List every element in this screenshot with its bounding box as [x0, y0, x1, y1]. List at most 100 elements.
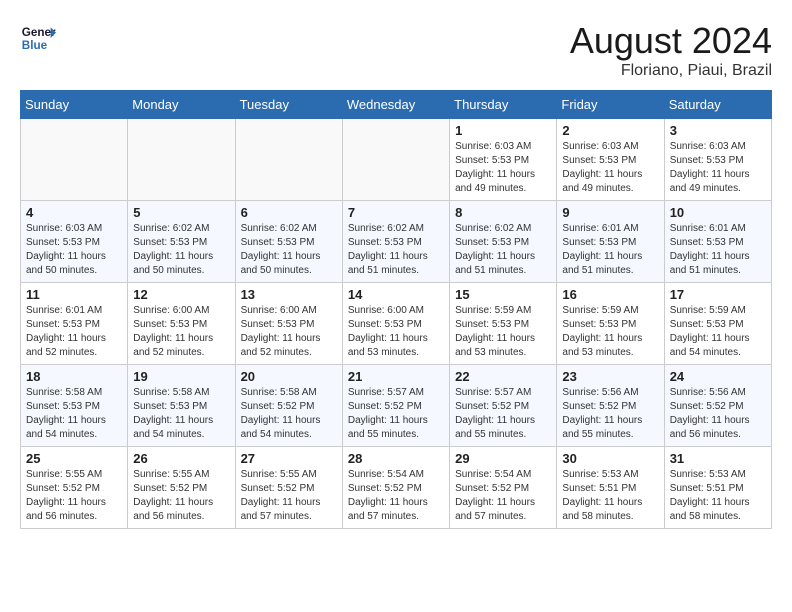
day-info: Sunrise: 5:54 AMSunset: 5:52 PMDaylight:…	[348, 468, 444, 524]
day-number: 4	[26, 205, 122, 220]
calendar-week-row: 18 Sunrise: 5:58 AMSunset: 5:53 PMDayligh…	[21, 365, 772, 447]
day-number: 25	[26, 451, 122, 466]
svg-text:Blue: Blue	[22, 39, 48, 52]
day-number: 2	[562, 123, 658, 138]
weekday-header-cell: Saturday	[664, 91, 771, 119]
month-year-title: August 2024	[570, 20, 772, 62]
day-info: Sunrise: 5:58 AMSunset: 5:53 PMDaylight:…	[26, 386, 122, 442]
day-info: Sunrise: 6:01 AMSunset: 5:53 PMDaylight:…	[670, 222, 766, 278]
calendar-cell: 18 Sunrise: 5:58 AMSunset: 5:53 PMDayligh…	[21, 365, 128, 447]
day-number: 7	[348, 205, 444, 220]
weekday-header-cell: Wednesday	[342, 91, 449, 119]
day-info: Sunrise: 6:03 AMSunset: 5:53 PMDaylight:…	[562, 140, 658, 196]
day-info: Sunrise: 5:58 AMSunset: 5:52 PMDaylight:…	[241, 386, 337, 442]
day-number: 18	[26, 369, 122, 384]
calendar-cell: 2 Sunrise: 6:03 AMSunset: 5:53 PMDaylight…	[557, 119, 664, 201]
day-number: 26	[133, 451, 229, 466]
calendar-cell: 27 Sunrise: 5:55 AMSunset: 5:52 PMDayligh…	[235, 447, 342, 529]
day-number: 13	[241, 287, 337, 302]
day-info: Sunrise: 5:58 AMSunset: 5:53 PMDaylight:…	[133, 386, 229, 442]
day-number: 22	[455, 369, 551, 384]
day-number: 6	[241, 205, 337, 220]
calendar-body: 1 Sunrise: 6:03 AMSunset: 5:53 PMDaylight…	[21, 119, 772, 529]
day-info: Sunrise: 5:55 AMSunset: 5:52 PMDaylight:…	[241, 468, 337, 524]
calendar-cell	[128, 119, 235, 201]
day-info: Sunrise: 6:01 AMSunset: 5:53 PMDaylight:…	[26, 304, 122, 360]
title-block: August 2024 Floriano, Piaui, Brazil	[570, 20, 772, 80]
weekday-header-row: SundayMondayTuesdayWednesdayThursdayFrid…	[21, 91, 772, 119]
calendar-cell: 7Sunrise: 6:02 AMSunset: 5:53 PMDaylight…	[342, 201, 449, 283]
day-number: 9	[562, 205, 658, 220]
day-info: Sunrise: 5:59 AMSunset: 5:53 PMDaylight:…	[455, 304, 551, 360]
calendar-cell: 25 Sunrise: 5:55 AMSunset: 5:52 PMDayligh…	[21, 447, 128, 529]
day-info: Sunrise: 6:00 AMSunset: 5:53 PMDaylight:…	[133, 304, 229, 360]
calendar-cell: 20Sunrise: 5:58 AMSunset: 5:52 PMDayligh…	[235, 365, 342, 447]
calendar-cell: 8Sunrise: 6:02 AMSunset: 5:53 PMDaylight…	[450, 201, 557, 283]
day-number: 23	[562, 369, 658, 384]
location-subtitle: Floriano, Piaui, Brazil	[570, 62, 772, 80]
logo: General Blue	[20, 20, 56, 56]
day-number: 1	[455, 123, 551, 138]
calendar-cell: 17 Sunrise: 5:59 AMSunset: 5:53 PMDayligh…	[664, 283, 771, 365]
calendar-cell: 9 Sunrise: 6:01 AMSunset: 5:53 PMDaylight…	[557, 201, 664, 283]
day-info: Sunrise: 5:57 AMSunset: 5:52 PMDaylight:…	[348, 386, 444, 442]
day-number: 24	[670, 369, 766, 384]
day-number: 12	[133, 287, 229, 302]
calendar-cell: 12 Sunrise: 6:00 AMSunset: 5:53 PMDayligh…	[128, 283, 235, 365]
calendar-cell: 13Sunrise: 6:00 AMSunset: 5:53 PMDayligh…	[235, 283, 342, 365]
day-number: 21	[348, 369, 444, 384]
calendar-cell: 21 Sunrise: 5:57 AMSunset: 5:52 PMDayligh…	[342, 365, 449, 447]
calendar-cell: 5 Sunrise: 6:02 AMSunset: 5:53 PMDaylight…	[128, 201, 235, 283]
day-number: 30	[562, 451, 658, 466]
calendar-cell: 1Sunrise: 6:03 AMSunset: 5:53 PMDaylight…	[450, 119, 557, 201]
weekday-header-cell: Thursday	[450, 91, 557, 119]
calendar-cell: 22 Sunrise: 5:57 AMSunset: 5:52 PMDayligh…	[450, 365, 557, 447]
logo-icon: General Blue	[20, 20, 56, 56]
day-number: 31	[670, 451, 766, 466]
day-info: Sunrise: 6:02 AMSunset: 5:53 PMDaylight:…	[133, 222, 229, 278]
day-info: Sunrise: 5:57 AMSunset: 5:52 PMDaylight:…	[455, 386, 551, 442]
calendar-cell: 15Sunrise: 5:59 AMSunset: 5:53 PMDayligh…	[450, 283, 557, 365]
day-number: 28	[348, 451, 444, 466]
weekday-header-cell: Sunday	[21, 91, 128, 119]
day-info: Sunrise: 6:01 AMSunset: 5:53 PMDaylight:…	[562, 222, 658, 278]
calendar-cell: 3Sunrise: 6:03 AMSunset: 5:53 PMDaylight…	[664, 119, 771, 201]
calendar-cell: 14Sunrise: 6:00 AMSunset: 5:53 PMDayligh…	[342, 283, 449, 365]
day-number: 27	[241, 451, 337, 466]
calendar-cell: 26 Sunrise: 5:55 AMSunset: 5:52 PMDayligh…	[128, 447, 235, 529]
day-number: 17	[670, 287, 766, 302]
day-info: Sunrise: 5:53 AMSunset: 5:51 PMDaylight:…	[670, 468, 766, 524]
calendar-cell: 11 Sunrise: 6:01 AMSunset: 5:53 PMDayligh…	[21, 283, 128, 365]
page-header: General Blue August 2024 Floriano, Piaui…	[20, 20, 772, 80]
day-number: 10	[670, 205, 766, 220]
day-info: Sunrise: 5:56 AMSunset: 5:52 PMDaylight:…	[562, 386, 658, 442]
calendar-cell: 4Sunrise: 6:03 AMSunset: 5:53 PMDaylight…	[21, 201, 128, 283]
calendar-cell: 23 Sunrise: 5:56 AMSunset: 5:52 PMDayligh…	[557, 365, 664, 447]
day-info: Sunrise: 5:55 AMSunset: 5:52 PMDaylight:…	[133, 468, 229, 524]
calendar-cell: 10 Sunrise: 6:01 AMSunset: 5:53 PMDayligh…	[664, 201, 771, 283]
calendar-cell: 28 Sunrise: 5:54 AMSunset: 5:52 PMDayligh…	[342, 447, 449, 529]
calendar-cell	[235, 119, 342, 201]
day-number: 19	[133, 369, 229, 384]
day-number: 8	[455, 205, 551, 220]
weekday-header-cell: Tuesday	[235, 91, 342, 119]
weekday-header-cell: Friday	[557, 91, 664, 119]
day-number: 29	[455, 451, 551, 466]
day-number: 11	[26, 287, 122, 302]
calendar-week-row: 25 Sunrise: 5:55 AMSunset: 5:52 PMDayligh…	[21, 447, 772, 529]
calendar-cell	[342, 119, 449, 201]
calendar-week-row: 4Sunrise: 6:03 AMSunset: 5:53 PMDaylight…	[21, 201, 772, 283]
calendar-cell: 6Sunrise: 6:02 AMSunset: 5:53 PMDaylight…	[235, 201, 342, 283]
day-number: 14	[348, 287, 444, 302]
day-info: Sunrise: 6:03 AMSunset: 5:53 PMDaylight:…	[670, 140, 766, 196]
day-number: 5	[133, 205, 229, 220]
day-info: Sunrise: 5:54 AMSunset: 5:52 PMDaylight:…	[455, 468, 551, 524]
calendar-table: SundayMondayTuesdayWednesdayThursdayFrid…	[20, 90, 772, 529]
calendar-cell: 16Sunrise: 5:59 AMSunset: 5:53 PMDayligh…	[557, 283, 664, 365]
day-info: Sunrise: 5:59 AMSunset: 5:53 PMDaylight:…	[670, 304, 766, 360]
day-info: Sunrise: 5:55 AMSunset: 5:52 PMDaylight:…	[26, 468, 122, 524]
calendar-cell: 24Sunrise: 5:56 AMSunset: 5:52 PMDayligh…	[664, 365, 771, 447]
calendar-cell: 30Sunrise: 5:53 AMSunset: 5:51 PMDayligh…	[557, 447, 664, 529]
calendar-cell: 29 Sunrise: 5:54 AMSunset: 5:52 PMDayligh…	[450, 447, 557, 529]
day-info: Sunrise: 5:59 AMSunset: 5:53 PMDaylight:…	[562, 304, 658, 360]
